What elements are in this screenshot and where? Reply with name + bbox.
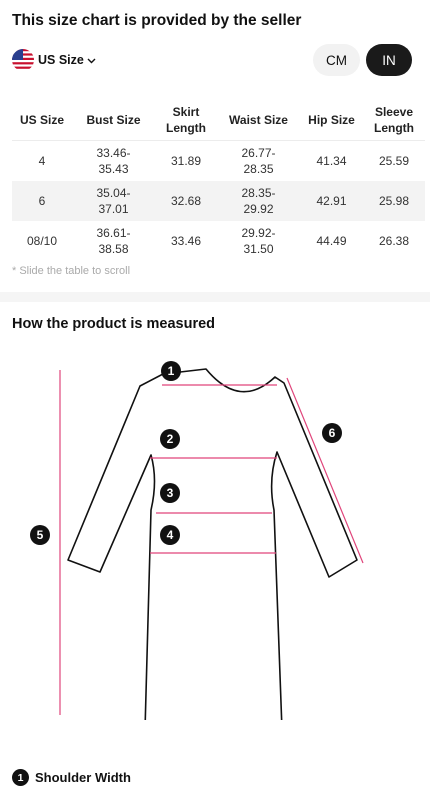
cell-skirt-length: 31.89 xyxy=(170,154,202,168)
table-header-row: US Size Bust Size Skirt Length Waist Siz… xyxy=(12,100,425,141)
marker-6: 6 xyxy=(322,423,342,443)
cell-sleeve-length: 26.38 xyxy=(378,234,410,248)
cell-waist-size: 29.92-31.50 xyxy=(241,226,276,256)
marker-3: 3 xyxy=(160,483,180,503)
svg-text:5: 5 xyxy=(37,528,44,542)
scroll-hint: * Slide the table to scroll xyxy=(12,265,131,277)
cell-waist-size: 28.35-29.92 xyxy=(217,181,300,221)
page-title: This size chart is provided by the selle… xyxy=(12,12,302,29)
col-header-sleeve-length: Sleeve Length xyxy=(363,100,425,141)
us-flag-icon xyxy=(12,49,34,71)
measure-title: Shoulder Width xyxy=(35,770,131,785)
cell-skirt-length: 32.68 xyxy=(155,181,217,221)
table-row: 6 35.04-37.01 32.68 28.35-29.92 42.91 25… xyxy=(12,181,425,221)
size-system-label: US Size xyxy=(38,53,84,67)
unit-cm-button[interactable]: CM xyxy=(313,44,360,76)
svg-text:6: 6 xyxy=(329,426,336,440)
table-row: 4 33.46-35.43 31.89 26.77-28.35 41.34 25… xyxy=(12,141,425,182)
unit-in-button[interactable]: IN xyxy=(366,44,412,76)
cell-hip-size: 44.49 xyxy=(316,234,347,248)
table-row: 08/10 36.61-38.58 33.46 29.92-31.50 44.4… xyxy=(12,221,425,261)
cell-sleeve-length: 25.59 xyxy=(378,154,410,168)
cell-bust-size: 33.46-35.43 xyxy=(96,146,131,176)
svg-text:4: 4 xyxy=(167,528,174,542)
svg-text:2: 2 xyxy=(167,432,174,446)
col-header-hip-size: Hip Size xyxy=(300,100,363,141)
cell-hip-size: 41.34 xyxy=(316,154,347,168)
measure-item-shoulder-width: 1 Shoulder Width xyxy=(12,769,131,786)
section-title: How the product is measured xyxy=(12,316,216,332)
cell-sleeve-length: 25.98 xyxy=(363,181,425,221)
cell-us-size: 6 xyxy=(12,181,72,221)
size-system-dropdown[interactable]: US Size xyxy=(12,48,96,72)
cell-hip-size: 42.91 xyxy=(300,181,363,221)
marker-4: 4 xyxy=(160,525,180,545)
dress-measurement-diagram: 1 2 3 4 5 6 xyxy=(30,361,364,720)
cell-us-size: 08/10 xyxy=(26,234,58,248)
chevron-down-icon xyxy=(87,51,96,69)
marker-1: 1 xyxy=(161,361,181,381)
measure-number-badge: 1 xyxy=(12,769,29,786)
marker-5: 5 xyxy=(30,525,50,545)
section-divider xyxy=(0,292,430,302)
dress-outline xyxy=(67,368,358,720)
cell-skirt-length: 33.46 xyxy=(170,234,202,248)
svg-text:1: 1 xyxy=(168,364,175,378)
cell-us-size: 4 xyxy=(38,154,46,168)
cell-bust-size: 36.61-38.58 xyxy=(96,226,131,256)
cell-waist-size: 26.77-28.35 xyxy=(241,146,276,176)
col-header-skirt-length: Skirt Length xyxy=(155,100,217,141)
size-table-scroll[interactable]: US Size Bust Size Skirt Length Waist Siz… xyxy=(12,100,430,261)
size-table: US Size Bust Size Skirt Length Waist Siz… xyxy=(12,100,425,261)
marker-2: 2 xyxy=(160,429,180,449)
svg-text:3: 3 xyxy=(167,486,174,500)
col-header-waist-size: Waist Size xyxy=(217,100,300,141)
cell-bust-size: 35.04-37.01 xyxy=(72,181,155,221)
col-header-us-size: US Size xyxy=(12,100,72,141)
col-header-bust-size: Bust Size xyxy=(72,100,155,141)
